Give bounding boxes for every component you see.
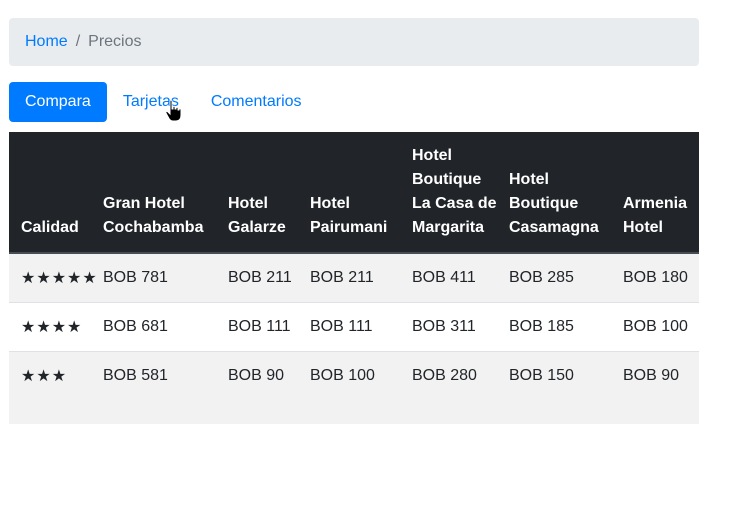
tab-comentarios[interactable]: Comentarios	[195, 82, 318, 122]
table-row: ★★★★★ BOB 781 BOB 211 BOB 211 BOB 411 BO…	[9, 252, 699, 303]
price-cell: BOB 211	[298, 252, 400, 303]
tab-compara[interactable]: Compara	[9, 82, 107, 122]
star-rating: ★★★★★	[9, 252, 97, 303]
column-header-calidad: Calidad	[9, 132, 91, 254]
price-cell: BOB 280	[400, 351, 497, 424]
price-cell: BOB 311	[400, 302, 497, 352]
table-header-row: Calidad Gran Hotel Cochabamba Hotel Gala…	[9, 132, 699, 254]
price-cell: BOB 411	[400, 252, 497, 303]
column-header-hotel: Gran Hotel Cochabamba	[91, 132, 216, 254]
price-cell: BOB 285	[497, 252, 611, 303]
column-header-hotel: Hotel Boutique Casamagna	[497, 132, 611, 254]
price-cell: BOB 681	[91, 302, 216, 352]
breadcrumb-current: Precios	[88, 33, 142, 50]
star-rating: ★★★	[9, 351, 91, 424]
column-header-hotel: Armenia Hotel	[611, 132, 699, 254]
breadcrumb-home-link[interactable]: Home	[25, 33, 68, 51]
price-cell: BOB 185	[497, 302, 611, 352]
price-cell: BOB 180	[611, 252, 699, 303]
price-cell: BOB 581	[91, 351, 216, 424]
price-cell: BOB 150	[497, 351, 611, 424]
price-cell: BOB 90	[216, 351, 298, 424]
page-container: Home / Precios Compara Tarjetas Comentar…	[9, 18, 699, 424]
column-header-hotel: Hotel Galarze	[216, 132, 298, 254]
price-cell: BOB 100	[298, 351, 400, 424]
table-row: ★★★★ BOB 681 BOB 111 BOB 111 BOB 311 BOB…	[9, 302, 699, 352]
breadcrumb: Home / Precios	[9, 18, 699, 66]
tab-bar: Compara Tarjetas Comentarios	[9, 82, 699, 122]
column-header-hotel: Hotel Pairumani	[298, 132, 400, 254]
price-cell: BOB 781	[91, 252, 216, 303]
price-cell: BOB 211	[216, 252, 298, 303]
price-cell: BOB 111	[216, 302, 298, 352]
price-cell: BOB 111	[298, 302, 400, 352]
tab-tarjetas[interactable]: Tarjetas	[107, 82, 195, 122]
tab-tarjetas-label: Tarjetas	[122, 93, 179, 110]
price-cell: BOB 100	[611, 302, 699, 352]
column-header-hotel: Hotel Boutique La Casa de Margarita	[400, 132, 497, 254]
star-rating: ★★★★	[9, 302, 91, 352]
price-cell: BOB 90	[611, 351, 699, 424]
breadcrumb-separator: /	[75, 33, 81, 50]
price-comparison-table: Calidad Gran Hotel Cochabamba Hotel Gala…	[9, 132, 699, 424]
table-row: ★★★ BOB 581 BOB 90 BOB 100 BOB 280 BOB 1…	[9, 351, 699, 424]
